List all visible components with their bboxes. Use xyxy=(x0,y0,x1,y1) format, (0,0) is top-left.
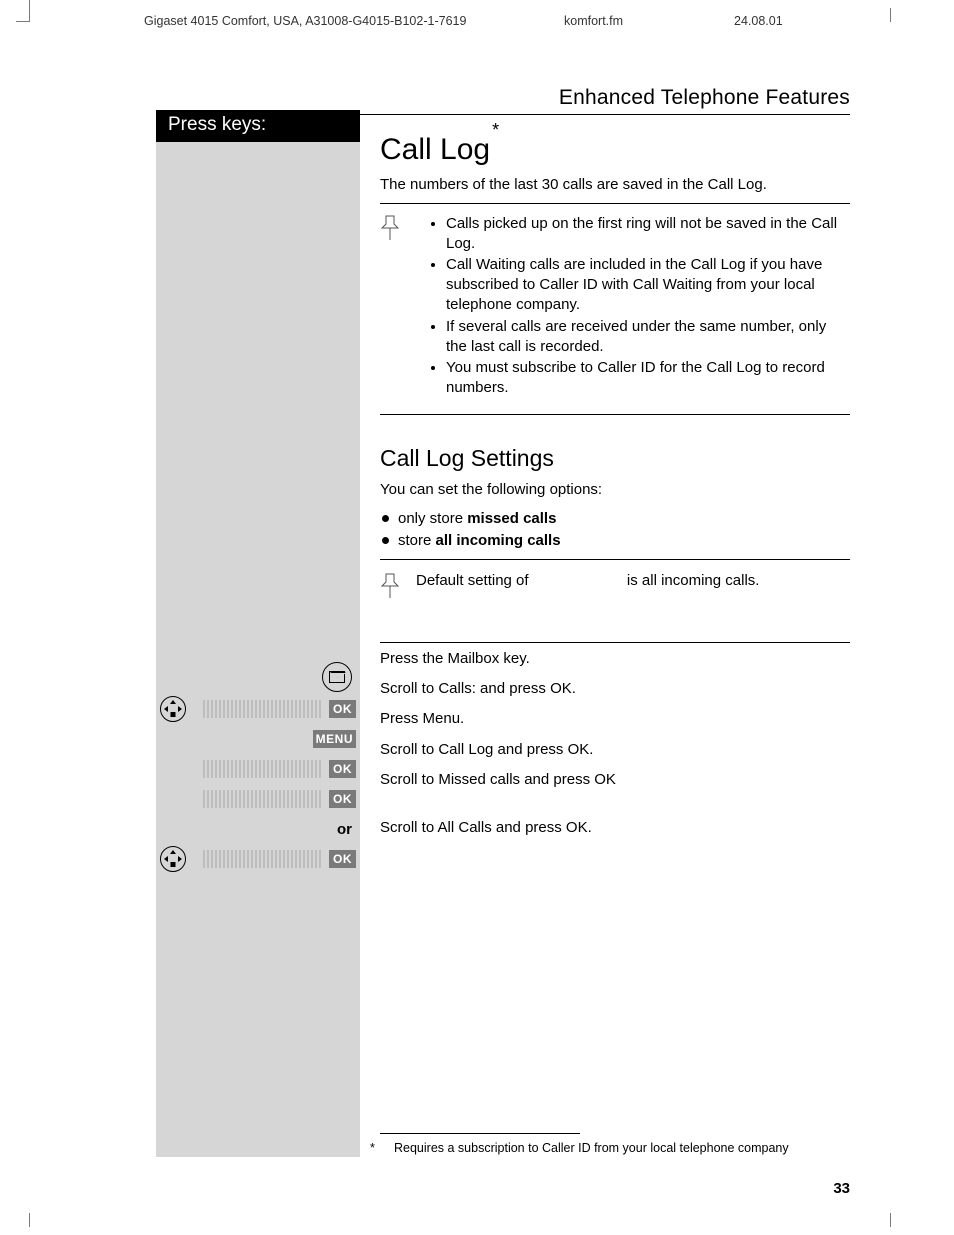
options-list: only store missed calls store all incomi… xyxy=(380,508,850,553)
ok-softkey: OK xyxy=(329,850,356,868)
key-row: or xyxy=(156,815,356,843)
steps: Press the Mailbox key. Scroll to Calls: … xyxy=(380,649,850,839)
crop-mark xyxy=(890,8,904,22)
footnote-marker: * xyxy=(370,1140,380,1157)
key-row: OK xyxy=(156,785,356,813)
divider xyxy=(380,414,850,415)
sidebar: Press keys: OK MENU xyxy=(156,110,360,1157)
main-content: Call Log* The numbers of the last 30 cal… xyxy=(360,110,850,1157)
h1-text: Call Log xyxy=(380,133,490,166)
footnote: * Requires a subscription to Caller ID f… xyxy=(370,1140,850,1157)
doc-id: Gigaset 4015 Comfort, USA, A31008-G4015-… xyxy=(144,14,564,28)
tip-list: Calls picked up on the first ring will n… xyxy=(412,212,850,400)
crop-mark xyxy=(16,1213,30,1227)
h1-asterisk: * xyxy=(492,120,499,140)
option-item: store all incoming calls xyxy=(380,530,850,553)
doc-date: 24.08.01 xyxy=(734,14,854,28)
header-meta: Gigaset 4015 Comfort, USA, A31008-G4015-… xyxy=(144,14,854,28)
crop-mark xyxy=(16,8,30,22)
crop-mark xyxy=(890,1213,904,1227)
step-text: Press Menu. xyxy=(380,709,850,729)
heading-settings: Call Log Settings xyxy=(380,445,850,472)
step-text: Scroll to Calls: and press OK. xyxy=(380,679,850,699)
pushpin-icon xyxy=(380,572,402,606)
key-row: OK xyxy=(156,695,356,723)
footnote-text: Requires a subscription to Caller ID fro… xyxy=(394,1140,789,1157)
intro-text: The numbers of the last 30 calls are sav… xyxy=(380,175,850,195)
lcd-placeholder xyxy=(201,760,323,778)
tip-box: Calls picked up on the first ring will n… xyxy=(380,210,850,408)
lcd-placeholder xyxy=(201,790,323,808)
step-text: Scroll to All Calls and press OK. xyxy=(380,818,850,838)
tip-item: Call Waiting calls are included in the C… xyxy=(446,255,850,314)
section-title: Enhanced Telephone Features xyxy=(559,86,850,109)
sidebar-title: Press keys: xyxy=(156,110,360,142)
or-label: or xyxy=(337,821,352,838)
step-text: Press the Mailbox key. xyxy=(380,649,850,669)
tip-item: Calls picked up on the first ring will n… xyxy=(446,214,850,254)
heading-call-log: Call Log* xyxy=(380,132,850,167)
step-text: Scroll to Call Log and press OK. xyxy=(380,740,850,760)
lcd-placeholder xyxy=(201,850,323,868)
nav-key-icon xyxy=(160,846,186,872)
divider xyxy=(380,559,850,560)
ok-softkey: OK xyxy=(329,760,356,778)
tip-item: You must subscribe to Caller ID for the … xyxy=(446,358,850,398)
ok-softkey: OK xyxy=(329,790,356,808)
menu-softkey: MENU xyxy=(313,730,356,748)
nav-key-icon xyxy=(160,696,186,722)
mailbox-key-icon xyxy=(322,662,352,692)
default-setting-text: Default setting of is all incoming calls… xyxy=(416,570,850,589)
tip-item: If several calls are received under the … xyxy=(446,317,850,357)
key-row: OK xyxy=(156,845,356,873)
lcd-placeholder xyxy=(201,700,323,718)
options-intro: You can set the following options: xyxy=(380,480,850,500)
divider xyxy=(380,203,850,204)
step-text: Scroll to Missed calls and press OK xyxy=(380,770,850,790)
footnote-divider xyxy=(380,1133,580,1134)
divider xyxy=(380,642,850,643)
pushpin-icon xyxy=(380,214,402,400)
tip-box: Default setting of is all incoming calls… xyxy=(380,566,850,636)
option-item: only store missed calls xyxy=(380,508,850,531)
key-row: OK xyxy=(156,755,356,783)
page-number: 33 xyxy=(833,1180,850,1197)
key-row: MENU xyxy=(156,725,356,753)
doc-center: komfort.fm xyxy=(564,14,734,28)
ok-softkey: OK xyxy=(329,700,356,718)
